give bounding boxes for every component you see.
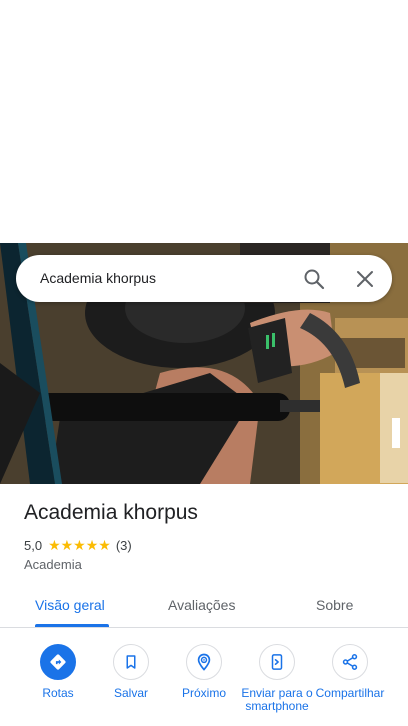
place-title: Academia khorpus	[24, 501, 198, 524]
active-tab-indicator	[35, 624, 109, 627]
place-category[interactable]: Academia	[24, 557, 82, 572]
rating-row[interactable]: 5,0 ★★★★★ (3)	[24, 537, 132, 553]
nearby-button[interactable]: Próximo	[168, 644, 240, 700]
action-buttons: Rotas Salvar Próximo Enviar para o smart…	[0, 644, 408, 726]
search-bar[interactable]: Academia khorpus	[16, 255, 392, 302]
directions-button[interactable]: Rotas	[22, 644, 94, 700]
send-to-phone-button[interactable]: Enviar para o smartphone	[241, 644, 313, 713]
search-input[interactable]: Academia khorpus	[40, 270, 156, 286]
close-icon[interactable]	[353, 267, 377, 291]
directions-icon	[50, 654, 66, 670]
review-count[interactable]: (3)	[116, 538, 132, 553]
share-icon	[342, 654, 358, 670]
bookmark-icon	[126, 655, 136, 669]
search-icon[interactable]	[302, 267, 326, 291]
nearby-icon	[197, 653, 211, 671]
directions-label: Rotas	[42, 686, 74, 700]
send-to-phone-icon	[271, 654, 283, 670]
map-area-blank	[0, 0, 408, 243]
send-to-phone-label: Enviar para o smartphone	[241, 686, 313, 713]
rating-value: 5,0	[24, 537, 43, 553]
star-rating-icon: ★★★★★	[48, 536, 111, 553]
share-button[interactable]: Compartilhar	[314, 644, 386, 700]
tab-bar: Visão geral Avaliações Sobre	[0, 594, 408, 628]
tab-overview[interactable]: Visão geral	[35, 597, 105, 613]
nearby-label: Próximo	[181, 686, 226, 700]
tab-reviews[interactable]: Avaliações	[168, 597, 235, 613]
save-button[interactable]: Salvar	[95, 644, 167, 700]
share-label: Compartilhar	[315, 686, 385, 700]
tab-about[interactable]: Sobre	[316, 597, 353, 613]
save-label: Salvar	[113, 686, 148, 700]
